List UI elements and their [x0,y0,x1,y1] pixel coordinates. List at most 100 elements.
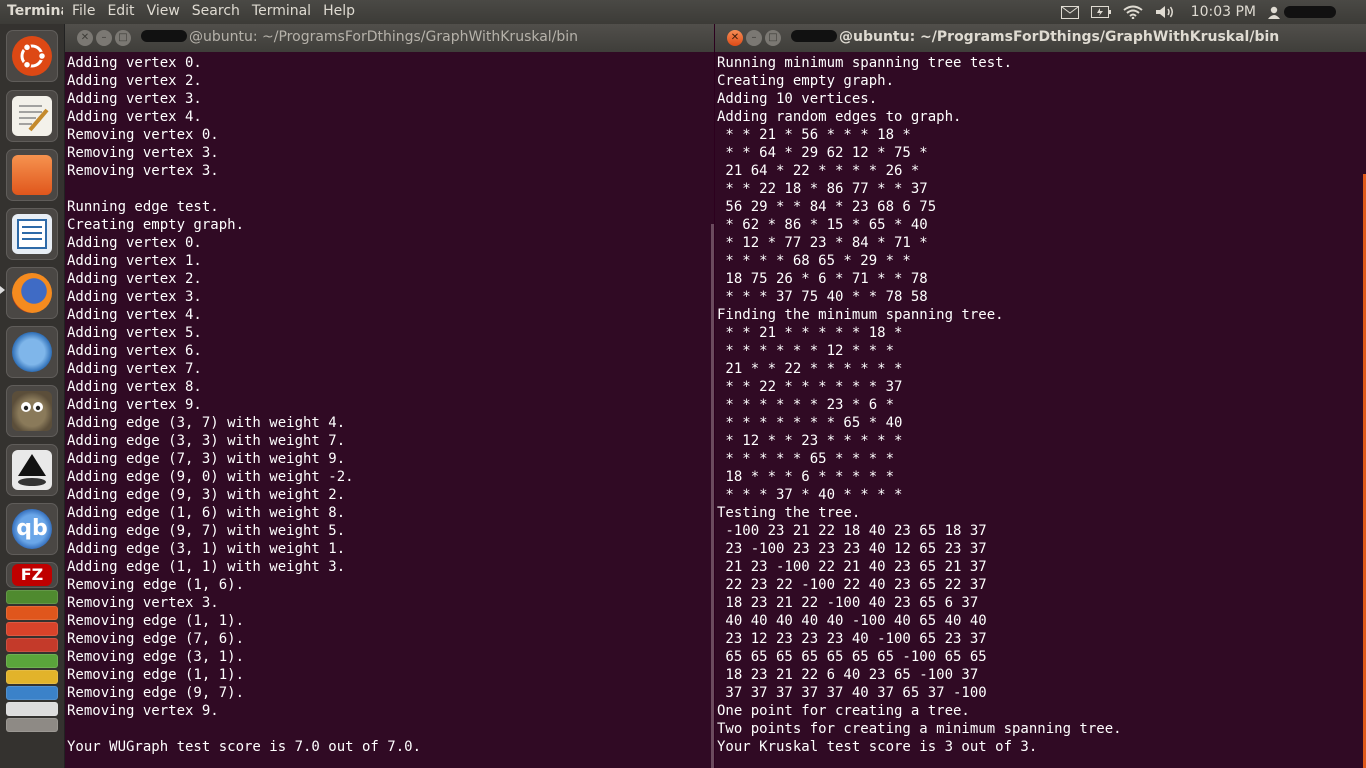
launcher-stacked-app-8[interactable] [6,702,58,716]
menu-help[interactable]: Help [323,3,355,19]
output-line: 23 -100 23 23 23 40 12 65 23 37 [717,541,987,557]
output-line: * * 64 * 29 62 12 * 75 * [717,145,928,161]
terminal-output[interactable]: Running minimum spanning tree test. Creat… [715,52,1366,756]
output-line: * * * * * * * 65 * 40 [717,415,903,431]
launcher-stacked-app-6[interactable] [6,670,58,684]
launcher-gimp[interactable] [6,385,58,437]
launcher-stacked-app-9[interactable] [6,718,58,732]
running-indicator [0,286,5,294]
scrollbar[interactable] [711,224,714,768]
output-line: Removing vertex 3. [67,145,219,161]
output-line: Adding edge (9, 3) with weight 2. [67,487,346,503]
terminal-output[interactable]: Adding vertex 0. Adding vertex 2. Adding v… [65,52,714,756]
launcher-stacked-app-1[interactable] [6,590,58,604]
menu-view[interactable]: View [147,3,180,19]
output-line: * 12 * 77 23 * 84 * 71 * [717,235,928,251]
output-line: Running minimum spanning tree test. [717,55,1013,71]
launcher-stacked-app-7[interactable] [6,686,58,700]
titlebar-right[interactable]: ✕ – □ @ubuntu: ~/ProgramsForDthings/Grap… [715,24,1366,52]
top-panel: Terminal File Edit View Search Terminal … [0,0,1366,24]
window-title-text: @ubuntu: ~/ProgramsForDthings/GraphWithK… [189,29,579,45]
output-line: 21 * * 22 * * * * * * [717,361,903,377]
launcher-libreoffice-writer[interactable] [6,208,58,260]
launcher-qbittorrent[interactable]: qb [6,503,58,555]
output-line: Removing edge (3, 1). [67,649,245,665]
output-line: Adding vertex 2. [67,271,202,287]
volume-icon[interactable] [1155,5,1175,19]
output-line: Running edge test. [67,199,219,215]
output-line: Adding 10 vertices. [717,91,878,107]
output-line: Two points for creating a minimum spanni… [717,721,1122,737]
output-line: * * * * * 65 * * * * [717,451,895,467]
output-line: Removing edge (7, 6). [67,631,245,647]
output-line: Adding vertex 6. [67,343,202,359]
output-line: Adding vertex 3. [67,91,202,107]
qbittorrent-icon: qb [12,509,52,549]
launcher-filezilla[interactable]: FZ [6,562,58,588]
launcher-stacked-app-2[interactable] [6,606,58,620]
output-line: 21 64 * 22 * * * * 26 * [717,163,920,179]
output-line: Removing vertex 9. [67,703,219,719]
launcher-inkscape[interactable] [6,444,58,496]
output-line: Adding edge (1, 6) with weight 8. [67,505,346,521]
launcher-firefox[interactable] [6,267,58,319]
menu-search[interactable]: Search [192,3,240,19]
close-button[interactable]: ✕ [727,30,743,46]
output-line: * * 22 * * * * * * 37 [717,379,903,395]
terminal-window-left[interactable]: ✕ – □ @ubuntu: ~/ProgramsForDthings/Grap… [65,24,714,768]
menu-file[interactable]: File [72,3,95,19]
maximize-button[interactable]: □ [765,30,781,46]
launcher-bluefish[interactable] [6,326,58,378]
close-button[interactable]: ✕ [77,30,93,46]
output-line: 18 * * * 6 * * * * * [717,469,895,485]
output-line: * 12 * * 23 * * * * * [717,433,903,449]
output-line: * * * * * * 23 * 6 * [717,397,895,413]
minimize-button[interactable]: – [746,30,762,46]
output-line: Adding edge (3, 1) with weight 1. [67,541,346,557]
output-line: * * 21 * * * * * 18 * [717,325,903,341]
output-line: Removing edge (1, 6). [67,577,245,593]
output-line: 65 65 65 65 65 65 65 -100 65 65 [717,649,987,665]
battery-icon[interactable] [1090,6,1111,18]
inkscape-icon [12,450,52,490]
redacted-username [791,30,837,42]
output-line: Creating empty graph. [717,73,895,89]
minimize-button[interactable]: – [96,30,112,46]
launcher-files[interactable] [6,149,58,201]
clock[interactable]: 10:03 PM [1191,4,1256,20]
menu-edit[interactable]: Edit [107,3,134,19]
output-line: Adding vertex 0. [67,235,202,251]
output-line: Adding edge (3, 7) with weight 4. [67,415,346,431]
output-line: Your Kruskal test score is 3 out of 3. [717,739,1038,755]
launcher-stacked-app-4[interactable] [6,638,58,652]
firefox-icon [12,273,52,313]
output-line: Adding vertex 9. [67,397,202,413]
app-title: Terminal [7,3,63,19]
output-line: Adding vertex 8. [67,379,202,395]
output-line: Adding vertex 1. [67,253,202,269]
redacted-username [1284,6,1336,18]
launcher-dash-home[interactable] [6,30,58,82]
mail-icon[interactable] [1060,5,1079,19]
output-line: Adding random edges to graph. [717,109,962,125]
launcher-stacked-app-3[interactable] [6,622,58,636]
maximize-button[interactable]: □ [115,30,131,46]
output-line: Adding edge (9, 7) with weight 5. [67,523,346,539]
output-line: Adding edge (1, 1) with weight 3. [67,559,346,575]
output-line: Removing vertex 0. [67,127,219,143]
menu-bar: File Edit View Search Terminal Help [72,3,367,19]
terminal-window-right[interactable]: ✕ – □ @ubuntu: ~/ProgramsForDthings/Grap… [715,24,1366,768]
output-line: 22 23 22 -100 22 40 23 65 22 37 [717,577,987,593]
output-line: -100 23 21 22 18 40 23 65 18 37 [717,523,987,539]
menu-terminal[interactable]: Terminal [252,3,311,19]
titlebar-left[interactable]: ✕ – □ @ubuntu: ~/ProgramsForDthings/Grap… [65,24,714,52]
wifi-icon[interactable] [1123,5,1143,19]
writer-document-icon [12,214,52,254]
launcher-stacked-app-5[interactable] [6,654,58,668]
output-line: Removing vertex 3. [67,595,219,611]
launcher-text-editor[interactable] [6,90,58,142]
user-menu[interactable] [1268,6,1336,19]
output-line: Adding edge (3, 3) with weight 7. [67,433,346,449]
output-line: Removing edge (1, 1). [67,667,245,683]
